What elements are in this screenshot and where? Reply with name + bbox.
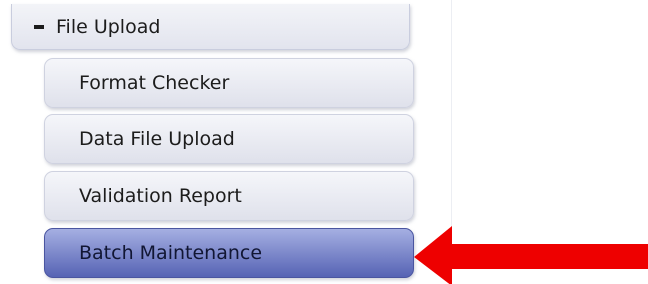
menu-item-label: Validation Report (79, 185, 242, 207)
arrow-left-icon (414, 226, 648, 284)
menu-item-label: Format Checker (79, 72, 230, 94)
menu-item-data-file-upload[interactable]: Data File Upload (44, 114, 414, 164)
menu-item-validation-report[interactable]: Validation Report (44, 171, 414, 221)
arrow-shape (414, 226, 648, 284)
menu-item-format-checker[interactable]: Format Checker (44, 58, 414, 108)
menu-section-label: File Upload (56, 15, 161, 38)
menu-item-label: Data File Upload (79, 128, 235, 150)
menu-item-batch-maintenance[interactable]: Batch Maintenance (44, 228, 414, 278)
minus-icon[interactable] (34, 24, 44, 29)
page: File Upload Format Checker Data File Upl… (0, 0, 648, 284)
menu-section-file-upload[interactable]: File Upload (11, 4, 410, 50)
menu-item-label: Batch Maintenance (79, 242, 263, 264)
